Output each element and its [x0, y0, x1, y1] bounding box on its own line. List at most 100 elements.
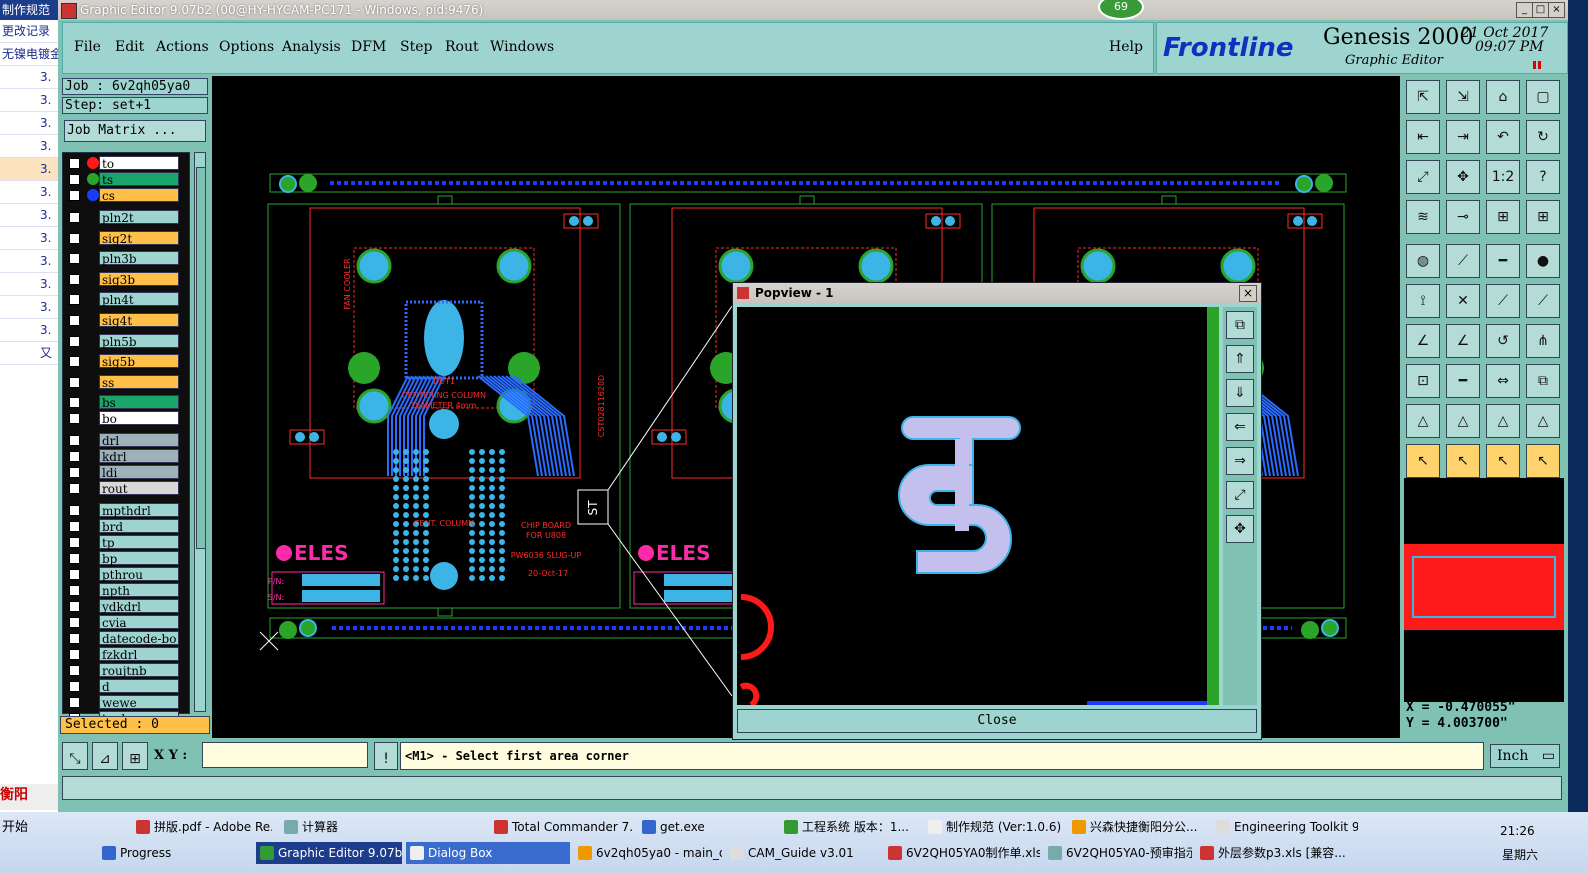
line-mid-icon[interactable]: ━: [1446, 364, 1480, 398]
layer-checkbox[interactable]: [69, 649, 80, 661]
taskbar-item[interactable]: 兴森快捷衡阳分公...: [1068, 816, 1208, 838]
layer-checkbox[interactable]: [69, 397, 80, 409]
popview-close-icon[interactable]: ×: [1239, 285, 1257, 302]
taskbar-item[interactable]: 制作规范 (Ver:1.0.6): [924, 816, 1064, 838]
pointer-2-icon[interactable]: ↖: [1446, 444, 1480, 478]
snap-point-icon[interactable]: ⊸: [1446, 200, 1480, 234]
layer-name[interactable]: pln5b: [99, 333, 179, 349]
layer-checkbox[interactable]: [69, 467, 80, 479]
layer-row[interactable]: pln2t: [67, 210, 181, 225]
layer-name[interactable]: bo: [99, 411, 179, 426]
popview-restore-icon[interactable]: ⧉: [1226, 311, 1254, 339]
popview-titlebar[interactable]: Popview - 1 ×: [733, 283, 1261, 303]
layer-checkbox[interactable]: [69, 435, 80, 447]
pause-icon[interactable]: [1533, 61, 1541, 69]
layer-checkbox[interactable]: [69, 190, 80, 201]
triangle-3-icon[interactable]: △: [1486, 404, 1520, 438]
maximize-button[interactable]: □: [1532, 2, 1549, 18]
layer-name[interactable]: pln4t: [99, 292, 179, 307]
zoom-area-icon[interactable]: ⤡: [62, 742, 88, 770]
menu-analysis[interactable]: Analysis: [282, 39, 341, 55]
popview-down-icon[interactable]: ⇓: [1226, 379, 1254, 407]
help-icon[interactable]: ?: [1526, 160, 1560, 194]
triangle-icon[interactable]: △: [1406, 404, 1440, 438]
layer-checkbox[interactable]: [69, 451, 80, 463]
layer-checkbox[interactable]: [69, 505, 80, 517]
layer-row[interactable]: cs: [67, 188, 181, 203]
taskbar-item[interactable]: Graphic Editor 9.07b2...: [256, 842, 402, 864]
menu-actions[interactable]: Actions: [156, 39, 209, 55]
layer-name[interactable]: tp: [99, 535, 179, 550]
layer-row[interactable]: roujtnb: [67, 663, 181, 678]
layer-checkbox[interactable]: [69, 697, 80, 709]
layer-name[interactable]: fzkdrl: [99, 647, 179, 662]
layer-checkbox[interactable]: [69, 356, 80, 368]
line-red-icon[interactable]: ∠: [1406, 324, 1440, 358]
stretch-icon[interactable]: ⇔: [1486, 364, 1520, 398]
layer-name[interactable]: npth: [99, 583, 179, 598]
menu-rout[interactable]: Rout: [445, 39, 479, 55]
popview-left-icon[interactable]: ⇐: [1226, 413, 1254, 441]
layer-checkbox[interactable]: [69, 294, 80, 306]
zoom-out-page-icon[interactable]: ⇥: [1446, 120, 1480, 154]
taskbar-item[interactable]: Progress: [98, 842, 252, 864]
layer-row[interactable]: fzkdrl: [67, 647, 181, 662]
layer-checkbox[interactable]: [69, 174, 80, 185]
layer-name[interactable]: pln2t: [99, 210, 179, 225]
layer-checkbox[interactable]: [69, 376, 80, 388]
measure-icon[interactable]: ≋: [1406, 200, 1440, 234]
menu-dfm[interactable]: DFM: [351, 39, 386, 55]
layer-name[interactable]: sig5b: [99, 354, 179, 369]
net-red-icon[interactable]: ⊞: [1486, 200, 1520, 234]
line-angle-icon[interactable]: ∠: [1446, 324, 1480, 358]
zoom-in-page-icon[interactable]: ⇤: [1406, 120, 1440, 154]
layer-name[interactable]: cs: [99, 188, 179, 203]
layer-checkbox[interactable]: [69, 569, 80, 581]
layer-checkbox[interactable]: [69, 553, 80, 565]
popview-close-button[interactable]: Close: [737, 709, 1257, 733]
alert-icon[interactable]: !: [374, 742, 398, 770]
taskbar-item[interactable]: 外层参数p3.xls [兼容...: [1196, 842, 1352, 864]
layer-checkbox[interactable]: [69, 617, 80, 629]
layer-name[interactable]: ss: [99, 374, 179, 390]
fit-icon[interactable]: ⤢: [1406, 160, 1440, 194]
layer-checkbox[interactable]: [69, 158, 80, 169]
copy-icon[interactable]: ⧉: [1526, 364, 1560, 398]
popview-fit-icon[interactable]: ⤢: [1226, 481, 1254, 509]
layer-checkbox[interactable]: [69, 253, 80, 265]
taskbar-item[interactable]: 工程系统 版本：1...: [780, 816, 920, 838]
taskbar-item[interactable]: get.exe: [638, 816, 776, 838]
popview-canvas[interactable]: [737, 307, 1219, 705]
layer-row[interactable]: pthrou: [67, 567, 181, 582]
point-add-icon[interactable]: ⟋: [1486, 284, 1520, 318]
layer-scroll-thumb[interactable]: [196, 167, 206, 549]
layer-checkbox[interactable]: [69, 413, 80, 425]
popview-right-icon[interactable]: ⇒: [1226, 447, 1254, 475]
layer-name[interactable]: drl: [99, 433, 179, 448]
start-button[interactable]: 开始: [2, 818, 42, 838]
layer-row[interactable]: ss: [67, 374, 181, 390]
job-matrix-button[interactable]: Job Matrix ...: [64, 120, 206, 142]
layer-row[interactable]: sig5b: [67, 354, 181, 369]
layer-name[interactable]: cvia: [99, 615, 179, 630]
layer-row[interactable]: bo: [67, 411, 181, 426]
layer-name[interactable]: wewe: [99, 695, 179, 710]
layer-row[interactable]: rout: [67, 481, 181, 496]
layer-row[interactable]: sig3b: [67, 271, 181, 287]
popview-up-icon[interactable]: ⇑: [1226, 345, 1254, 373]
layer-name[interactable]: bp: [99, 551, 179, 566]
layer-name[interactable]: ts: [99, 172, 179, 187]
redraw-icon[interactable]: ↻: [1526, 120, 1560, 154]
overview-panel[interactable]: [1404, 478, 1564, 702]
layer-row[interactable]: tp: [67, 535, 181, 550]
menu-step[interactable]: Step: [400, 39, 432, 55]
layer-row[interactable]: sig2t: [67, 230, 181, 246]
menu-options[interactable]: Options: [219, 39, 274, 55]
units-dropdown[interactable]: Inch ▭: [1490, 744, 1560, 768]
layer-row[interactable]: ldi: [67, 465, 181, 480]
scale-icon[interactable]: 1:2: [1486, 160, 1520, 194]
layer-name[interactable]: to: [99, 156, 179, 171]
taskbar-item[interactable]: 6V2QH05YA0-预审指示...: [1044, 842, 1192, 864]
layer-checkbox[interactable]: [69, 681, 80, 693]
grid-icon[interactable]: ⊞: [122, 742, 148, 770]
